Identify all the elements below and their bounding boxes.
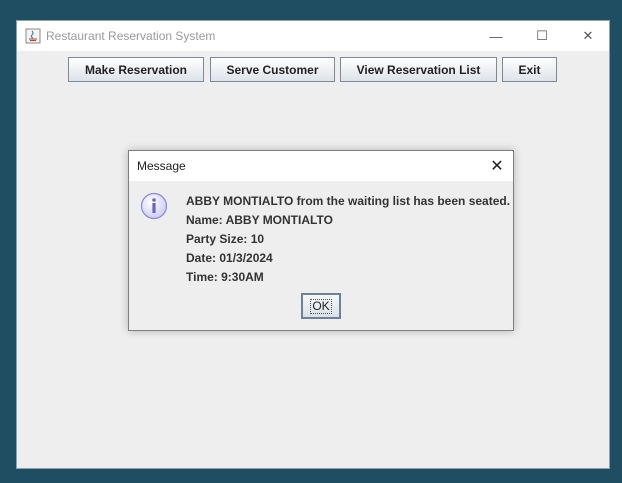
close-icon: ✕	[490, 158, 504, 175]
maximize-button[interactable]: ☐	[519, 21, 565, 51]
serve-customer-button[interactable]: Serve Customer	[210, 57, 335, 82]
close-icon: ✕	[582, 28, 594, 43]
java-app-icon	[25, 28, 41, 44]
exit-button[interactable]: Exit	[502, 57, 557, 82]
info-icon	[140, 192, 168, 220]
message-line-date: Date: 01/3/2024	[186, 251, 273, 265]
message-body: ABBY MONTIALTO from the waiting list has…	[186, 192, 510, 287]
minimize-button[interactable]: —	[473, 21, 519, 51]
make-reservation-button[interactable]: Make Reservation	[68, 57, 204, 82]
message-dialog: Message ✕ ABBY MONTIALTO from the waitin…	[128, 150, 514, 331]
window-title: Restaurant Reservation System	[46, 29, 216, 43]
maximize-icon: ☐	[536, 28, 548, 43]
window-titlebar[interactable]: Restaurant Reservation System — ☐ ✕	[17, 21, 609, 51]
minimize-icon: —	[489, 28, 503, 44]
dialog-close-button[interactable]: ✕	[481, 151, 513, 181]
ok-button[interactable]: OK	[301, 293, 341, 319]
dialog-title: Message	[137, 159, 186, 173]
dialog-titlebar[interactable]: Message ✕	[129, 151, 513, 181]
ok-button-label: OK	[310, 298, 332, 314]
message-line-name: Name: ABBY MONTIALTO	[186, 213, 333, 227]
message-line-seated: ABBY MONTIALTO from the waiting list has…	[186, 194, 511, 208]
view-reservation-list-button[interactable]: View Reservation List	[340, 57, 497, 82]
message-line-time: Time: 9:30AM	[186, 270, 264, 284]
close-button[interactable]: ✕	[565, 21, 611, 51]
message-line-party-size: Party Size: 10	[186, 232, 265, 246]
